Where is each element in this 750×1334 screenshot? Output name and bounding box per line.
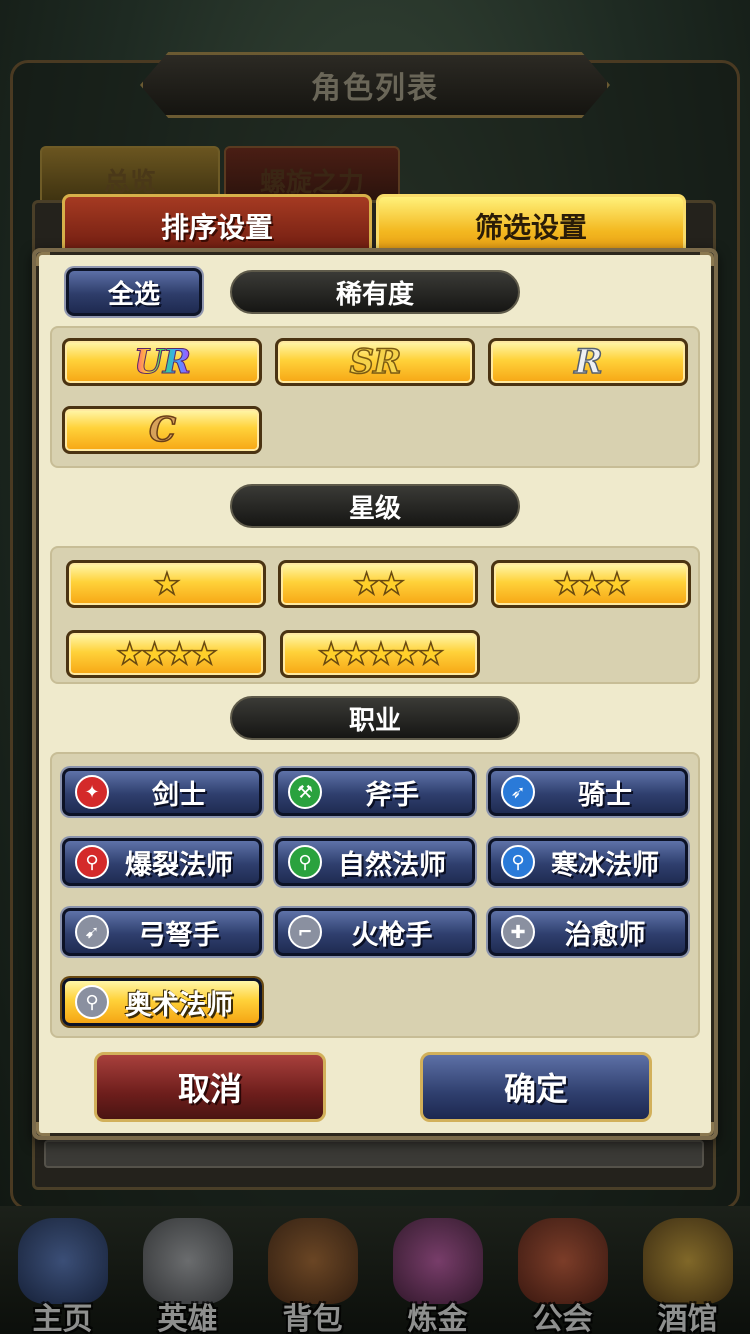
class-blast-mage-toggle[interactable]: ⚲ 爆裂法师 [62,838,262,886]
rarity-label: R [574,341,604,383]
star-icon: ★★★★ [115,636,218,673]
nav-heroes[interactable]: 英雄 [125,1206,250,1334]
class-label: 火枪手 [351,919,433,951]
guild-shield-icon [518,1218,608,1304]
rarity-sr-toggle[interactable]: SR [275,338,475,386]
rarity-r-toggle[interactable]: R [488,338,688,386]
confirm-button[interactable]: 确定 [420,1052,652,1122]
star-4-toggle[interactable]: ★★★★ [66,630,266,678]
rarity-section-header: 稀有度 [230,270,520,314]
star-icon: ★★★★★ [317,636,445,673]
rarity-c-toggle[interactable]: C [62,406,262,454]
class-archer-toggle[interactable]: ➹ 弓弩手 [62,908,262,956]
blue-staff-icon: ⚲ [501,845,535,879]
class-label: 自然法师 [338,849,446,881]
star-5-toggle[interactable]: ★★★★★ [280,630,480,678]
rarity-label: UR [134,342,192,383]
green-staff-icon: ⚲ [288,845,322,879]
bottom-nav: 主页 英雄 背包 炼金 公会 酒馆 [0,1206,750,1334]
class-label: 寒冰法师 [551,849,659,881]
class-label: 剑士 [152,779,206,811]
class-knight-toggle[interactable]: ➶ 骑士 [488,768,688,816]
rarity-label: SR [349,341,402,383]
class-gunner-toggle[interactable]: ⌐ 火枪手 [275,908,475,956]
class-label: 奥术法师 [125,989,233,1021]
potion-flask-icon [393,1218,483,1304]
beer-mug-icon [643,1218,733,1304]
page-title-bar: 角色列表 [140,52,610,118]
rarity-ur-toggle[interactable]: UR [62,338,262,386]
nav-alchemy[interactable]: 炼金 [375,1206,500,1334]
star-icon: ★ [153,566,181,603]
class-arcane-mage-toggle[interactable]: ⚲ 奥术法师 [62,978,262,1026]
nav-tavern[interactable]: 酒馆 [625,1206,750,1334]
select-all-button[interactable]: 全选 [66,268,202,316]
star-2-toggle[interactable]: ★★ [278,560,478,608]
bow-icon: ➹ [75,915,109,949]
backpack-icon [268,1218,358,1304]
page-title: 角色列表 [311,71,439,106]
sword-icon: ✦ [75,775,109,809]
nav-label: 公会 [532,1302,593,1334]
nav-label: 酒馆 [657,1302,718,1334]
lance-icon: ➶ [501,775,535,809]
nav-guild[interactable]: 公会 [500,1206,625,1334]
class-section-header: 职业 [230,696,520,740]
star-3-toggle[interactable]: ★★★ [491,560,691,608]
heal-staff-icon: ✚ [501,915,535,949]
nav-label: 主页 [32,1302,93,1334]
cancel-button[interactable]: 取消 [94,1052,326,1122]
star-1-toggle[interactable]: ★ [66,560,266,608]
corner-ornament [36,252,50,266]
tab-sort-settings[interactable]: 排序设置 [62,194,372,254]
list-scrollbar[interactable] [44,1140,704,1168]
class-swordsman-toggle[interactable]: ✦ 剑士 [62,768,262,816]
castle-icon [18,1218,108,1304]
nav-backpack[interactable]: 背包 [250,1206,375,1334]
class-label: 弓弩手 [138,919,220,951]
nav-label: 英雄 [157,1302,218,1334]
class-label: 爆裂法师 [125,849,233,881]
class-axeman-toggle[interactable]: ⚒ 斧手 [275,768,475,816]
star-icon: ★★★ [553,566,631,603]
star-section-header: 星级 [230,484,520,528]
nav-home[interactable]: 主页 [0,1206,125,1334]
class-label: 治愈师 [564,919,646,951]
corner-ornament [700,1122,714,1136]
axe-icon: ⚒ [288,775,322,809]
class-ice-mage-toggle[interactable]: ⚲ 寒冰法师 [488,838,688,886]
class-label: 斧手 [365,779,419,811]
knight-helmet-icon [143,1218,233,1304]
nav-label: 炼金 [407,1302,468,1334]
tab-filter-settings[interactable]: 筛选设置 [376,194,686,254]
gun-icon: ⌐ [288,915,322,949]
rarity-label: C [148,409,177,451]
red-staff-icon: ⚲ [75,845,109,879]
corner-ornament [700,252,714,266]
class-healer-toggle[interactable]: ✚ 治愈师 [488,908,688,956]
nav-label: 背包 [282,1302,343,1334]
class-label: 骑士 [578,779,632,811]
corner-ornament [36,1122,50,1136]
star-icon: ★★ [352,566,405,603]
arcane-staff-icon: ⚲ [75,985,109,1019]
class-nature-mage-toggle[interactable]: ⚲ 自然法师 [275,838,475,886]
